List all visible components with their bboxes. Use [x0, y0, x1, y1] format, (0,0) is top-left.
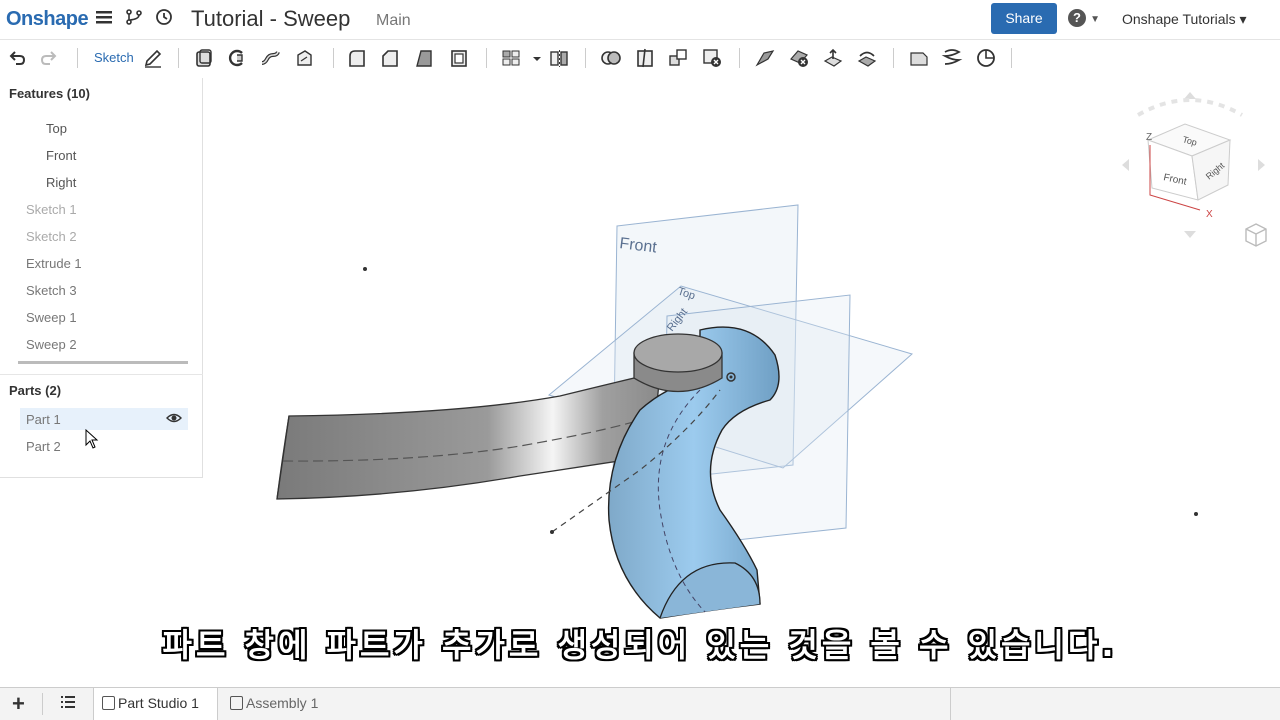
feature-sketch-1[interactable]: Sketch 1 — [26, 202, 77, 217]
pencil-icon[interactable] — [142, 47, 164, 69]
part-2-body[interactable] — [276, 371, 661, 500]
help-icon: ? — [1068, 9, 1086, 27]
part-2-label: Part 2 — [26, 439, 61, 454]
axis-z-label: Z — [1146, 132, 1152, 143]
boolean-icon[interactable] — [600, 47, 622, 69]
feature-extrude-1[interactable]: Extrude 1 — [26, 256, 82, 271]
modify-fillet-icon[interactable] — [754, 47, 776, 69]
menu-icon[interactable] — [93, 8, 115, 30]
part-studio-icon — [102, 696, 115, 710]
part-list-item[interactable]: Part 1 — [20, 408, 188, 430]
help-menu[interactable]: ? ▼ — [1068, 9, 1100, 27]
mouse-cursor-icon — [85, 428, 99, 454]
pattern-dropdown-icon[interactable] — [526, 47, 541, 69]
feature-plane-top[interactable]: Top — [46, 121, 67, 136]
delete-face-icon[interactable] — [788, 47, 810, 69]
share-button[interactable]: Share — [991, 3, 1057, 34]
part-list-item[interactable]: Part 2 — [20, 435, 188, 457]
toolbar-divider — [893, 48, 894, 68]
revolve-icon[interactable] — [226, 47, 248, 69]
feature-sketch-2[interactable]: Sketch 2 — [26, 229, 77, 244]
undo-icon[interactable] — [6, 47, 28, 69]
redo-icon[interactable] — [38, 47, 60, 69]
onshape-logo[interactable]: Onshape — [6, 8, 89, 31]
toolbar-divider — [1011, 48, 1012, 68]
toolbar-divider — [739, 48, 740, 68]
tab-divider — [950, 688, 951, 720]
workspace-name: Main — [376, 12, 411, 29]
toolbar-divider — [77, 48, 78, 68]
document-title[interactable]: Tutorial - Sweep — [191, 6, 350, 32]
sweep-icon[interactable] — [259, 47, 281, 69]
add-tab-plus-icon[interactable]: + — [12, 691, 25, 717]
chamfer-icon[interactable] — [379, 47, 401, 69]
top-bar: Onshape Tutorial - Sweep Main Share ? ▼ … — [0, 0, 1280, 40]
split-icon[interactable] — [634, 47, 656, 69]
draft-icon[interactable] — [413, 47, 435, 69]
feature-sweep-2[interactable]: Sweep 2 — [26, 337, 77, 352]
tab-list-icon[interactable] — [60, 694, 76, 715]
parts-header[interactable]: Parts (2) — [9, 383, 61, 398]
sketch-button[interactable]: Sketch — [94, 50, 134, 65]
panel-divider — [0, 374, 203, 375]
helix-icon[interactable] — [941, 47, 963, 69]
extrude-icon[interactable] — [193, 47, 215, 69]
toolbar-divider — [486, 48, 487, 68]
feature-plane-front[interactable]: Front — [46, 148, 76, 163]
delete-part-icon[interactable] — [701, 47, 723, 69]
rollback-bar[interactable] — [18, 361, 188, 364]
bottom-tab-bar: + Part Studio 1 Assembly 1 — [0, 687, 1280, 720]
assembly-icon — [230, 696, 243, 710]
video-subtitle: 파트 창에 파트가 추가로 생성되어 있는 것을 볼 수 있습니다. — [162, 626, 1118, 664]
feature-list-panel: Features (10) Top Front Right Sketch 1 S… — [0, 78, 203, 478]
pattern-icon[interactable] — [500, 47, 522, 69]
account-menu[interactable]: Onshape Tutorials ▾ — [1122, 11, 1247, 28]
part-1-label: Part 1 — [26, 412, 61, 427]
feature-toolbar: Sketch — [0, 40, 1280, 76]
mirror-icon[interactable] — [548, 47, 570, 69]
versions-branch-icon[interactable] — [123, 8, 145, 30]
replace-face-icon[interactable] — [856, 47, 878, 69]
tab-part-studio-1[interactable]: Part Studio 1 — [93, 688, 218, 720]
chevron-down-icon: ▼ — [1090, 14, 1101, 25]
toolbar-divider — [333, 48, 334, 68]
feature-sketch-3[interactable]: Sketch 3 — [26, 283, 77, 298]
view-cube[interactable]: Top Front Right Z X — [1122, 92, 1265, 238]
toolbar-divider — [178, 48, 179, 68]
move-face-icon[interactable] — [822, 47, 844, 69]
fillet-icon[interactable] — [346, 47, 368, 69]
features-header[interactable]: Features (10) — [9, 86, 90, 101]
sketch-point[interactable] — [363, 267, 367, 271]
sketch-point[interactable] — [1194, 512, 1198, 516]
view-options-cube-icon[interactable] — [1243, 221, 1269, 249]
measure-icon[interactable] — [975, 47, 997, 69]
tab-label: Assembly 1 — [246, 695, 319, 711]
shell-icon[interactable] — [448, 47, 470, 69]
history-clock-icon[interactable] — [153, 8, 175, 30]
tab-label: Part Studio 1 — [118, 695, 199, 711]
axis-x-label: X — [1206, 209, 1213, 220]
sketch-point[interactable] — [550, 530, 554, 534]
plane-icon[interactable] — [908, 47, 930, 69]
feature-sweep-1[interactable]: Sweep 1 — [26, 310, 77, 325]
transform-icon[interactable] — [667, 47, 689, 69]
eye-visibility-icon[interactable] — [166, 411, 182, 428]
feature-plane-right[interactable]: Right — [46, 175, 76, 190]
toolbar-divider — [585, 48, 586, 68]
tab-assembly-1[interactable]: Assembly 1 — [222, 688, 337, 720]
loft-icon[interactable] — [293, 47, 315, 69]
tab-divider — [42, 693, 43, 715]
